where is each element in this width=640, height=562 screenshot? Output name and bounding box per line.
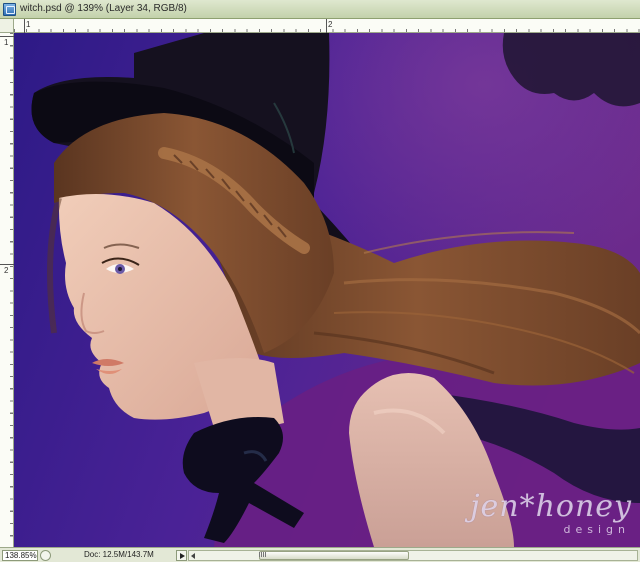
scrollbar-grip-icon bbox=[259, 552, 267, 557]
scrollbar-thumb[interactable] bbox=[259, 551, 409, 560]
watermark-subtitle: design bbox=[563, 523, 630, 536]
horizontal-scrollbar[interactable] bbox=[188, 550, 638, 561]
vertical-ruler[interactable] bbox=[0, 33, 14, 547]
document-size-info: Doc: 12.5M/143.7M bbox=[84, 550, 154, 559]
horizontal-ruler[interactable] bbox=[14, 19, 640, 33]
witch-painting bbox=[14, 33, 640, 547]
status-menu-arrow-icon[interactable] bbox=[176, 550, 187, 561]
ruler-label-x-1: 1 bbox=[26, 20, 31, 29]
ruler-major-tick bbox=[0, 36, 14, 37]
ruler-label-x-2: 2 bbox=[328, 20, 333, 29]
ruler-major-tick bbox=[24, 19, 25, 33]
document-title-bar[interactable]: witch.psd @ 139% (Layer 34, RGB/8) bbox=[0, 0, 640, 19]
document-title: witch.psd @ 139% (Layer 34, RGB/8) bbox=[20, 3, 187, 14]
zoom-level-input[interactable]: 138.85% bbox=[2, 550, 38, 561]
ruler-label-y-1: 1 bbox=[4, 38, 9, 47]
scroll-left-arrow-icon[interactable] bbox=[191, 553, 195, 559]
watermark-logo: jen*honey bbox=[470, 489, 632, 524]
document-canvas[interactable] bbox=[14, 33, 640, 547]
ruler-major-tick bbox=[0, 264, 14, 265]
zoom-options-icon[interactable] bbox=[40, 550, 51, 561]
ruler-origin[interactable] bbox=[0, 19, 14, 33]
status-bar: 138.85% Doc: 12.5M/143.7M bbox=[0, 547, 640, 562]
ruler-label-y-2: 2 bbox=[4, 266, 9, 275]
photoshop-document-icon bbox=[3, 3, 16, 16]
ruler-major-tick bbox=[326, 19, 327, 33]
